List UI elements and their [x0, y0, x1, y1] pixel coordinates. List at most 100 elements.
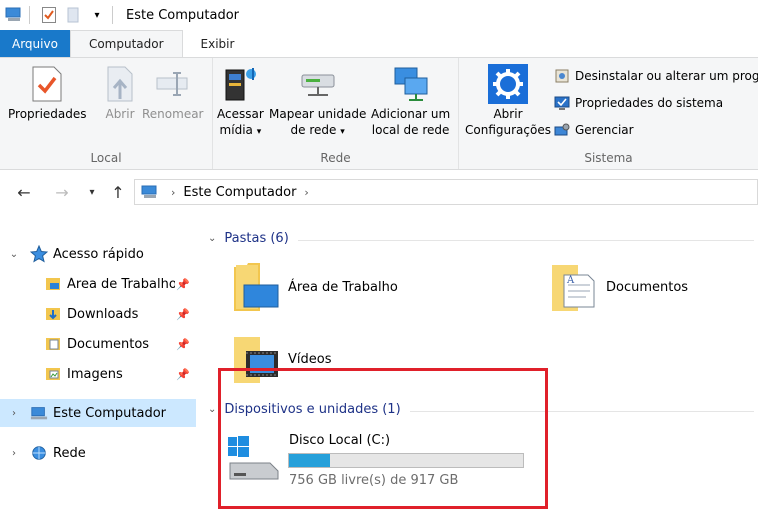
desinstalar-button[interactable]: Desinstalar ou alterar um prog [553, 67, 758, 85]
divider [29, 6, 30, 24]
nav-item-este-computador[interactable]: › Este Computador [0, 399, 196, 427]
properties-check-icon[interactable] [39, 5, 59, 25]
gerenciar-button[interactable]: Gerenciar [553, 121, 634, 139]
nav-label: Este Computador [53, 405, 167, 421]
computer-icon[interactable] [4, 5, 24, 25]
chevron-right-icon[interactable]: › [6, 408, 22, 419]
network-icon [30, 444, 48, 462]
pictures-folder-icon [44, 365, 62, 383]
pin-icon[interactable]: 📌 [176, 338, 190, 351]
mapear-line2: de rede ▾ [291, 122, 345, 140]
acessar-label-2: mídia [219, 123, 253, 137]
network-drive-icon [298, 64, 338, 104]
group-label-rede: Rede [320, 151, 351, 165]
propriedades-button[interactable]: Propriedades [8, 64, 87, 122]
nav-item-documentos[interactable]: Documentos 📌 [0, 330, 196, 358]
network-location-icon [391, 64, 431, 104]
rename-icon [153, 64, 193, 104]
svg-text:A: A [566, 275, 575, 286]
computer-icon [141, 185, 159, 199]
documents-folder-icon: A [550, 261, 598, 313]
mapear-unidade-button[interactable]: Mapear unidade de rede ▾ [269, 64, 366, 140]
chevron-down-icon: ⌄ [208, 404, 217, 415]
acessar-midia-button[interactable]: Acessar mídia ▾ [217, 64, 264, 140]
chevron-down-icon: ▾ [340, 127, 345, 137]
properties-check-icon [27, 64, 67, 104]
group-rede: Acessar mídia ▾ Mapear unidade de rede ▾… [213, 58, 459, 169]
breadcrumb-separator[interactable]: › [304, 186, 308, 199]
nav-item-imagens[interactable]: Imagens 📌 [0, 360, 196, 388]
renomear-button[interactable]: Renomear [142, 64, 204, 122]
back-arrow-icon[interactable]: ← [12, 180, 36, 204]
address-bar[interactable]: › Este Computador › [134, 179, 758, 205]
media-icon [220, 64, 260, 104]
chevron-right-icon[interactable]: › [6, 448, 22, 459]
downloads-folder-icon [44, 305, 62, 323]
adicionar-label-1: Adicionar um [371, 107, 451, 121]
propriedades-sistema-label: Propriedades do sistema [575, 96, 724, 110]
breadcrumb-este-computador[interactable]: Este Computador [183, 185, 296, 200]
nav-label: Imagens [67, 366, 123, 382]
nav-label: Documentos [67, 336, 150, 352]
pin-icon[interactable]: 📌 [176, 278, 190, 291]
divider [112, 6, 113, 24]
abrir-label: Abrir [105, 107, 135, 121]
adicionar-local-rede-button[interactable]: Adicionar um local de rede [371, 64, 450, 138]
gear-icon [487, 64, 528, 104]
renomear-label: Renomear [142, 107, 204, 121]
propriedades-label: Propriedades [8, 107, 87, 121]
mapear-label-1: Mapear unidade [269, 107, 367, 121]
star-icon [30, 245, 48, 263]
pin-icon[interactable]: 📌 [176, 308, 190, 321]
abrir-configuracoes-button[interactable]: Abrir Configurações [465, 64, 551, 138]
nav-label: Rede [53, 445, 86, 461]
tab-arquivo[interactable]: Arquivo [0, 30, 70, 57]
ribbon: Propriedades Abrir Renomear Local Acessa… [0, 57, 758, 170]
documents-folder-icon [44, 335, 62, 353]
chevron-down-icon: ▾ [256, 127, 262, 137]
nav-item-downloads[interactable]: Downloads 📌 [0, 300, 196, 328]
nav-label: Acesso rápido [53, 246, 144, 262]
desktop-folder-icon [44, 275, 62, 293]
group-local: Propriedades Abrir Renomear Local [0, 58, 213, 169]
divider [298, 240, 754, 241]
mapear-label-2: de rede [290, 123, 337, 137]
propriedades-sistema-button[interactable]: Propriedades do sistema [553, 94, 723, 112]
section-header-pastas[interactable]: ⌄ Pastas (6) [208, 231, 289, 246]
tab-exibir[interactable]: Exibir [183, 30, 253, 57]
uninstall-icon [553, 67, 571, 85]
folder-documentos[interactable]: A Documentos [550, 261, 688, 313]
abrir-config-label-1: Abrir [493, 107, 523, 121]
desinstalar-label: Desinstalar ou alterar um prog [575, 69, 758, 83]
adicionar-label-2: local de rede [371, 123, 450, 137]
up-arrow-icon[interactable]: ↑ [106, 180, 130, 204]
computer-icon [30, 404, 48, 422]
chevron-down-icon[interactable]: ▾ [87, 5, 107, 25]
abrir-config-label-2: Configurações [465, 123, 551, 137]
folder-name: Área de Trabalho [288, 279, 398, 295]
chevron-down-icon: ⌄ [208, 233, 217, 244]
manage-icon [553, 121, 571, 139]
forward-arrow-icon[interactable]: → [50, 180, 74, 204]
nav-item-rede[interactable]: › Rede [0, 439, 196, 467]
acessar-label-1: Acessar [217, 107, 264, 121]
system-properties-icon [553, 94, 571, 112]
tab-computador[interactable]: Computador [69, 30, 183, 57]
section-title: Pastas (6) [224, 231, 289, 246]
recent-locations-chevron-icon[interactable]: ▾ [80, 180, 104, 204]
nav-label: Área de Trabalho [67, 276, 175, 292]
group-sistema: Abrir Configurações Desinstalar ou alter… [459, 58, 758, 169]
nav-item-area-trabalho[interactable]: Área de Trabalho 📌 [0, 270, 196, 298]
navigation-pane: ⌄ Acesso rápido Área de Trabalho 📌 Downl… [0, 232, 198, 529]
acessar-midia-label: mídia ▾ [220, 122, 262, 140]
folder-name: Documentos [606, 279, 689, 295]
new-folder-icon[interactable] [63, 5, 83, 25]
breadcrumb-separator[interactable]: › [171, 186, 175, 199]
pin-icon[interactable]: 📌 [176, 368, 190, 381]
abrir-button[interactable]: Abrir [100, 64, 140, 122]
ribbon-tabs: Arquivo Computador Exibir [0, 30, 758, 57]
nav-item-acesso-rapido[interactable]: ⌄ Acesso rápido [0, 240, 196, 268]
group-label-local: Local [90, 151, 122, 165]
folder-area-de-trabalho[interactable]: Área de Trabalho [232, 261, 398, 313]
chevron-down-icon[interactable]: ⌄ [6, 249, 22, 260]
